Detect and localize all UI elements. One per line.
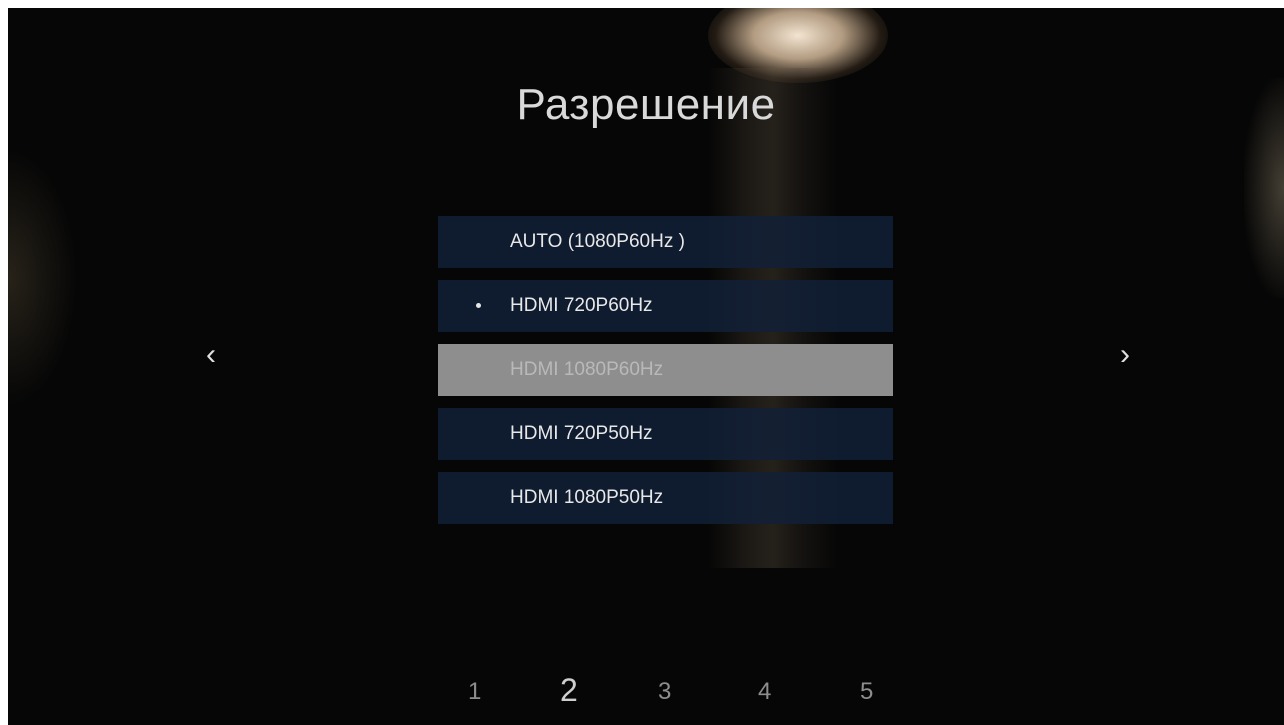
page-indicator: 1 2 3 4 5 — [8, 672, 1284, 718]
resolution-option-720p50[interactable]: HDMI 720P50Hz — [438, 408, 893, 460]
tv-screen: Разрешение ‹ › AUTO (1080P60Hz ) HDMI 72… — [8, 8, 1284, 725]
edge-reflection-left — [8, 148, 78, 408]
page-title: Разрешение — [516, 80, 776, 129]
option-label: HDMI 1080P50Hz — [510, 487, 664, 508]
page-1[interactable]: 1 — [468, 678, 481, 706]
resolution-option-1080p50[interactable]: HDMI 1080P50Hz — [438, 472, 893, 524]
page-3[interactable]: 3 — [658, 678, 671, 706]
page-2-current[interactable]: 2 — [560, 672, 578, 709]
resolution-menu: AUTO (1080P60Hz ) HDMI 720P60Hz HDMI 108… — [438, 216, 893, 536]
chevron-left-icon[interactable]: ‹ — [200, 340, 222, 370]
resolution-option-720p60[interactable]: HDMI 720P60Hz — [438, 280, 893, 332]
option-label: HDMI 1080P60Hz — [510, 359, 664, 380]
resolution-option-auto[interactable]: AUTO (1080P60Hz ) — [438, 216, 893, 268]
selected-bullet-icon — [476, 303, 481, 308]
page-4[interactable]: 4 — [758, 678, 771, 706]
option-label: HDMI 720P60Hz — [510, 295, 653, 316]
option-label: AUTO (1080P60Hz ) — [510, 231, 685, 252]
resolution-option-1080p60[interactable]: HDMI 1080P60Hz — [438, 344, 893, 396]
page-5[interactable]: 5 — [860, 678, 873, 706]
chevron-right-icon[interactable]: › — [1114, 340, 1136, 370]
option-label: HDMI 720P50Hz — [510, 423, 653, 444]
